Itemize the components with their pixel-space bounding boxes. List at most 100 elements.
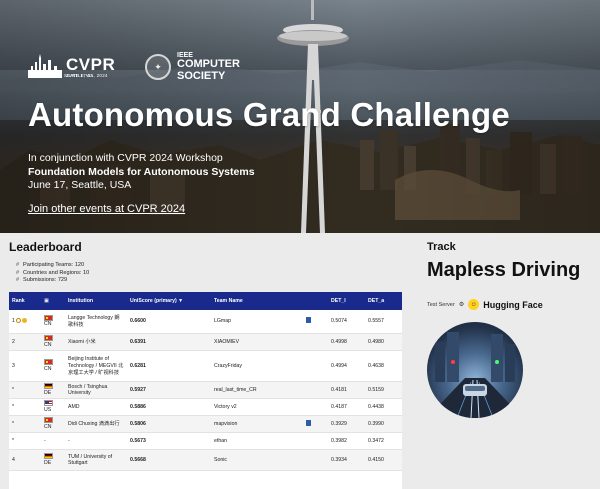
cn-flag-icon (44, 315, 53, 322)
join-events-link[interactable]: Join other events at CVPR 2024 (28, 203, 185, 215)
col-country[interactable]: ▣ (41, 292, 65, 310)
table-row[interactable]: * CN Didi Chuxing 滴滴出行 0.5806 mapvision 0.392… (9, 415, 402, 433)
uniscore-cell: 0.5668 (127, 449, 211, 471)
institution-cell: TUM / University of Stuttgart (65, 449, 127, 471)
country-flag-icon: ▣ (44, 298, 49, 304)
uniscore-cell: 0.5886 (127, 398, 211, 416)
rank-value: 1 (12, 318, 15, 325)
cn-flag-icon (44, 335, 53, 342)
cvpr-logo[interactable]: CVPR JUNE 17-21, 2024 SEATTLE, WA (28, 52, 115, 78)
ieee-seal-icon: ✦ (145, 54, 171, 81)
rank-cell: * (9, 415, 41, 433)
document-icon[interactable] (306, 419, 311, 426)
track-label: Track (427, 241, 456, 253)
ieee-computer-society-logo[interactable]: ✦ IEEE COMPUTER SOCIETY (145, 52, 240, 82)
paper-cell (303, 381, 328, 399)
table-row[interactable]: * DE Bosch / Tsinghua University 0.5927 real… (9, 381, 402, 399)
team-name-cell: ethan (211, 432, 303, 450)
de-flag-icon (44, 453, 53, 460)
uniscore-cell: 0.5673 (127, 432, 211, 450)
seattle-skyline-icon (28, 54, 62, 78)
col-det-a[interactable]: DET_a (365, 292, 402, 310)
col-rank[interactable]: Rank (9, 292, 41, 310)
table-row[interactable]: 1 CN Langge Technology 朗歌科技 0.6600 LGmap 0.50… (9, 310, 402, 334)
institution-cell: Beijing Institute of Technology / MEGVII… (65, 350, 127, 382)
rank-cell: 2 (9, 333, 41, 351)
det-l-cell: 0.4994 (328, 350, 365, 382)
team-name-cell: XIAOMIEV (211, 333, 303, 351)
institution-cell: Xiaomi 小米 (65, 333, 127, 351)
hugging-face-icon: ☺ (468, 299, 480, 310)
det-a-cell: 0.4438 (365, 398, 402, 416)
stat-submissions: Submissions: 729 (16, 277, 89, 285)
test-server-link[interactable]: Test Server ⚙ ☺ Hugging Face (427, 299, 543, 310)
rank-value: 2 (12, 338, 15, 345)
cvpr-brand: CVPR (66, 54, 116, 74)
paper-cell[interactable] (303, 310, 328, 334)
team-name-cell: Sonic (211, 449, 303, 471)
page-title: Autonomous Grand Challenge (28, 96, 510, 133)
det-l-cell: 0.3929 (328, 415, 365, 433)
det-l-cell: 0.3982 (328, 432, 365, 450)
col-uniscore-label: UniScore (primary) (130, 298, 177, 304)
det-a-cell: 0.5159 (365, 381, 402, 399)
country-code: - (44, 437, 46, 444)
col-team-name[interactable]: Team Name (211, 292, 303, 310)
det-l-cell: 0.5074 (328, 310, 365, 334)
stat-countries-regions: Countries and Regions: 10 (16, 270, 89, 278)
track-illustration (427, 322, 523, 418)
col-institution[interactable]: Institution (65, 292, 127, 310)
de-flag-icon (44, 383, 53, 390)
table-header-row: Rank ▣ Institution UniScore (primary) ▼ … (9, 292, 402, 310)
leaderboard-table-container[interactable]: Rank ▣ Institution UniScore (primary) ▼ … (9, 292, 402, 489)
us-flag-icon (44, 400, 53, 407)
country-cell: DE (41, 449, 65, 471)
rank-value: * (12, 403, 15, 410)
det-l-cell: 0.4181 (328, 381, 365, 399)
leaderboard-body: 1 CN Langge Technology 朗歌科技 0.6600 LGmap 0.50… (9, 310, 402, 471)
paper-cell (303, 398, 328, 416)
event-date-location: June 17, Seattle, USA (28, 179, 132, 191)
uniscore-cell: 0.6600 (127, 310, 211, 334)
table-row[interactable]: 2 CN Xiaomi 小米 0.6391 XIAOMIEV 0.4998 0.4980 (9, 333, 402, 351)
cn-flag-icon (44, 417, 53, 424)
rank-value: * (12, 420, 15, 427)
leaderboard-stats: Participating Teams: 120 Countries and R… (16, 262, 89, 285)
paper-cell[interactable] (303, 415, 328, 433)
country-code: DE (44, 459, 52, 466)
table-row[interactable]: * - -0.5673 ethan 0.3982 0.3472 (9, 432, 402, 450)
table-row[interactable]: 4 DE TUM / University of Stuttgart 0.5668 So… (9, 449, 402, 471)
settings-icon: ⚙ (458, 302, 465, 308)
rank-value: * (12, 437, 15, 444)
test-server-label: Test Server (427, 301, 455, 308)
country-code: CN (44, 423, 52, 430)
country-cell: CN (41, 333, 65, 351)
det-l-cell: 0.4998 (328, 333, 365, 351)
institution-cell: AMD (65, 398, 127, 416)
team-name-cell: mapvision (211, 415, 303, 433)
col-det-l[interactable]: DET_l (328, 292, 365, 310)
rank-cell: * (9, 398, 41, 416)
uniscore-cell: 0.6281 (127, 350, 211, 382)
table-row[interactable]: * US AMD 0.5886 Victory v2 0.4187 0.4438 (9, 398, 402, 416)
leaderboard-table: Rank ▣ Institution UniScore (primary) ▼ … (9, 292, 402, 471)
leaderboard-heading: Leaderboard (9, 240, 82, 254)
stat-participating-teams: Participating Teams: 120 (16, 262, 89, 270)
paper-cell (303, 350, 328, 382)
team-name-cell: real_last_time_CR (211, 381, 303, 399)
country-cell: DE (41, 381, 65, 399)
det-a-cell: 0.3472 (365, 432, 402, 450)
det-a-cell: 0.4638 (365, 350, 402, 382)
hugging-face-label: Hugging Face (483, 299, 543, 310)
track-title: Mapless Driving (427, 259, 581, 281)
workshop-line: In conjunction with CVPR 2024 Workshop (28, 152, 223, 164)
col-uniscore[interactable]: UniScore (primary) ▼ (127, 292, 211, 310)
institution-cell: Bosch / Tsinghua University (65, 381, 127, 399)
institution-cell: Didi Chuxing 滴滴出行 (65, 415, 127, 433)
rank-cell: 3 (9, 350, 41, 382)
country-code: CN (44, 341, 52, 348)
driving-scene-image (427, 332, 523, 418)
table-row[interactable]: 3 CN Beijing Institute of Technology / MEG… (9, 350, 402, 382)
document-icon[interactable] (306, 317, 311, 324)
hero-subtitle: In conjunction with CVPR 2024 Workshop F… (28, 152, 255, 193)
